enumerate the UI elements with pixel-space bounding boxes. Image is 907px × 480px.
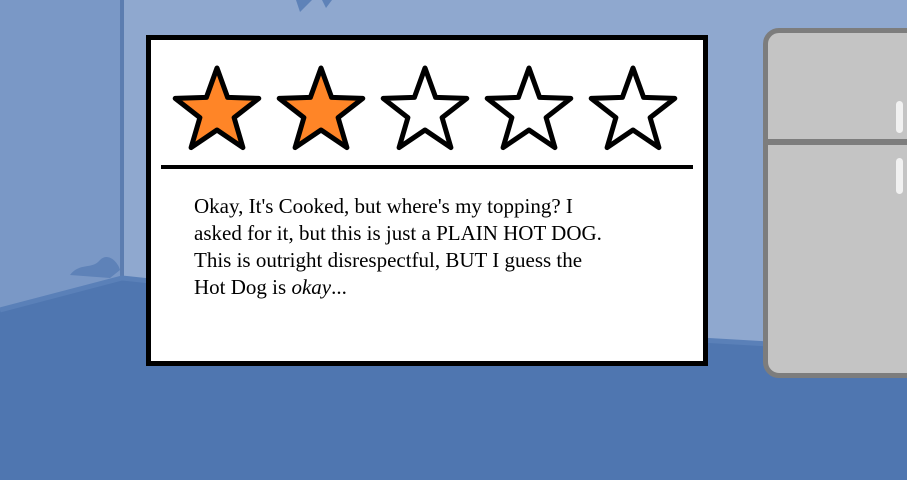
- star-rating: [169, 62, 689, 162]
- rating-divider: [161, 165, 693, 169]
- star-filled-icon: [276, 65, 366, 151]
- review-line-1: Okay, It's Cooked, but where's my toppin…: [194, 194, 573, 218]
- review-line-2: asked for it, but this is just a PLAIN H…: [194, 221, 602, 245]
- review-line-4-prefix: Hot Dog is: [194, 275, 292, 299]
- star-filled-icon: [172, 65, 262, 151]
- fridge: [763, 28, 907, 378]
- fridge-handle: [896, 158, 903, 194]
- review-card: Okay, It's Cooked, but where's my toppin…: [146, 35, 708, 366]
- review-text: Okay, It's Cooked, but where's my toppin…: [194, 193, 674, 301]
- review-line-3: This is outright disrespectful, BUT I gu…: [194, 248, 583, 272]
- star-empty-icon: [484, 65, 574, 151]
- star-empty-icon: [380, 65, 470, 151]
- fridge-door-split: [768, 139, 907, 145]
- review-line-4-suffix: ...: [331, 275, 347, 299]
- review-emphasis: okay: [291, 275, 332, 299]
- star-empty-icon: [588, 65, 678, 151]
- freezer-handle: [896, 101, 903, 133]
